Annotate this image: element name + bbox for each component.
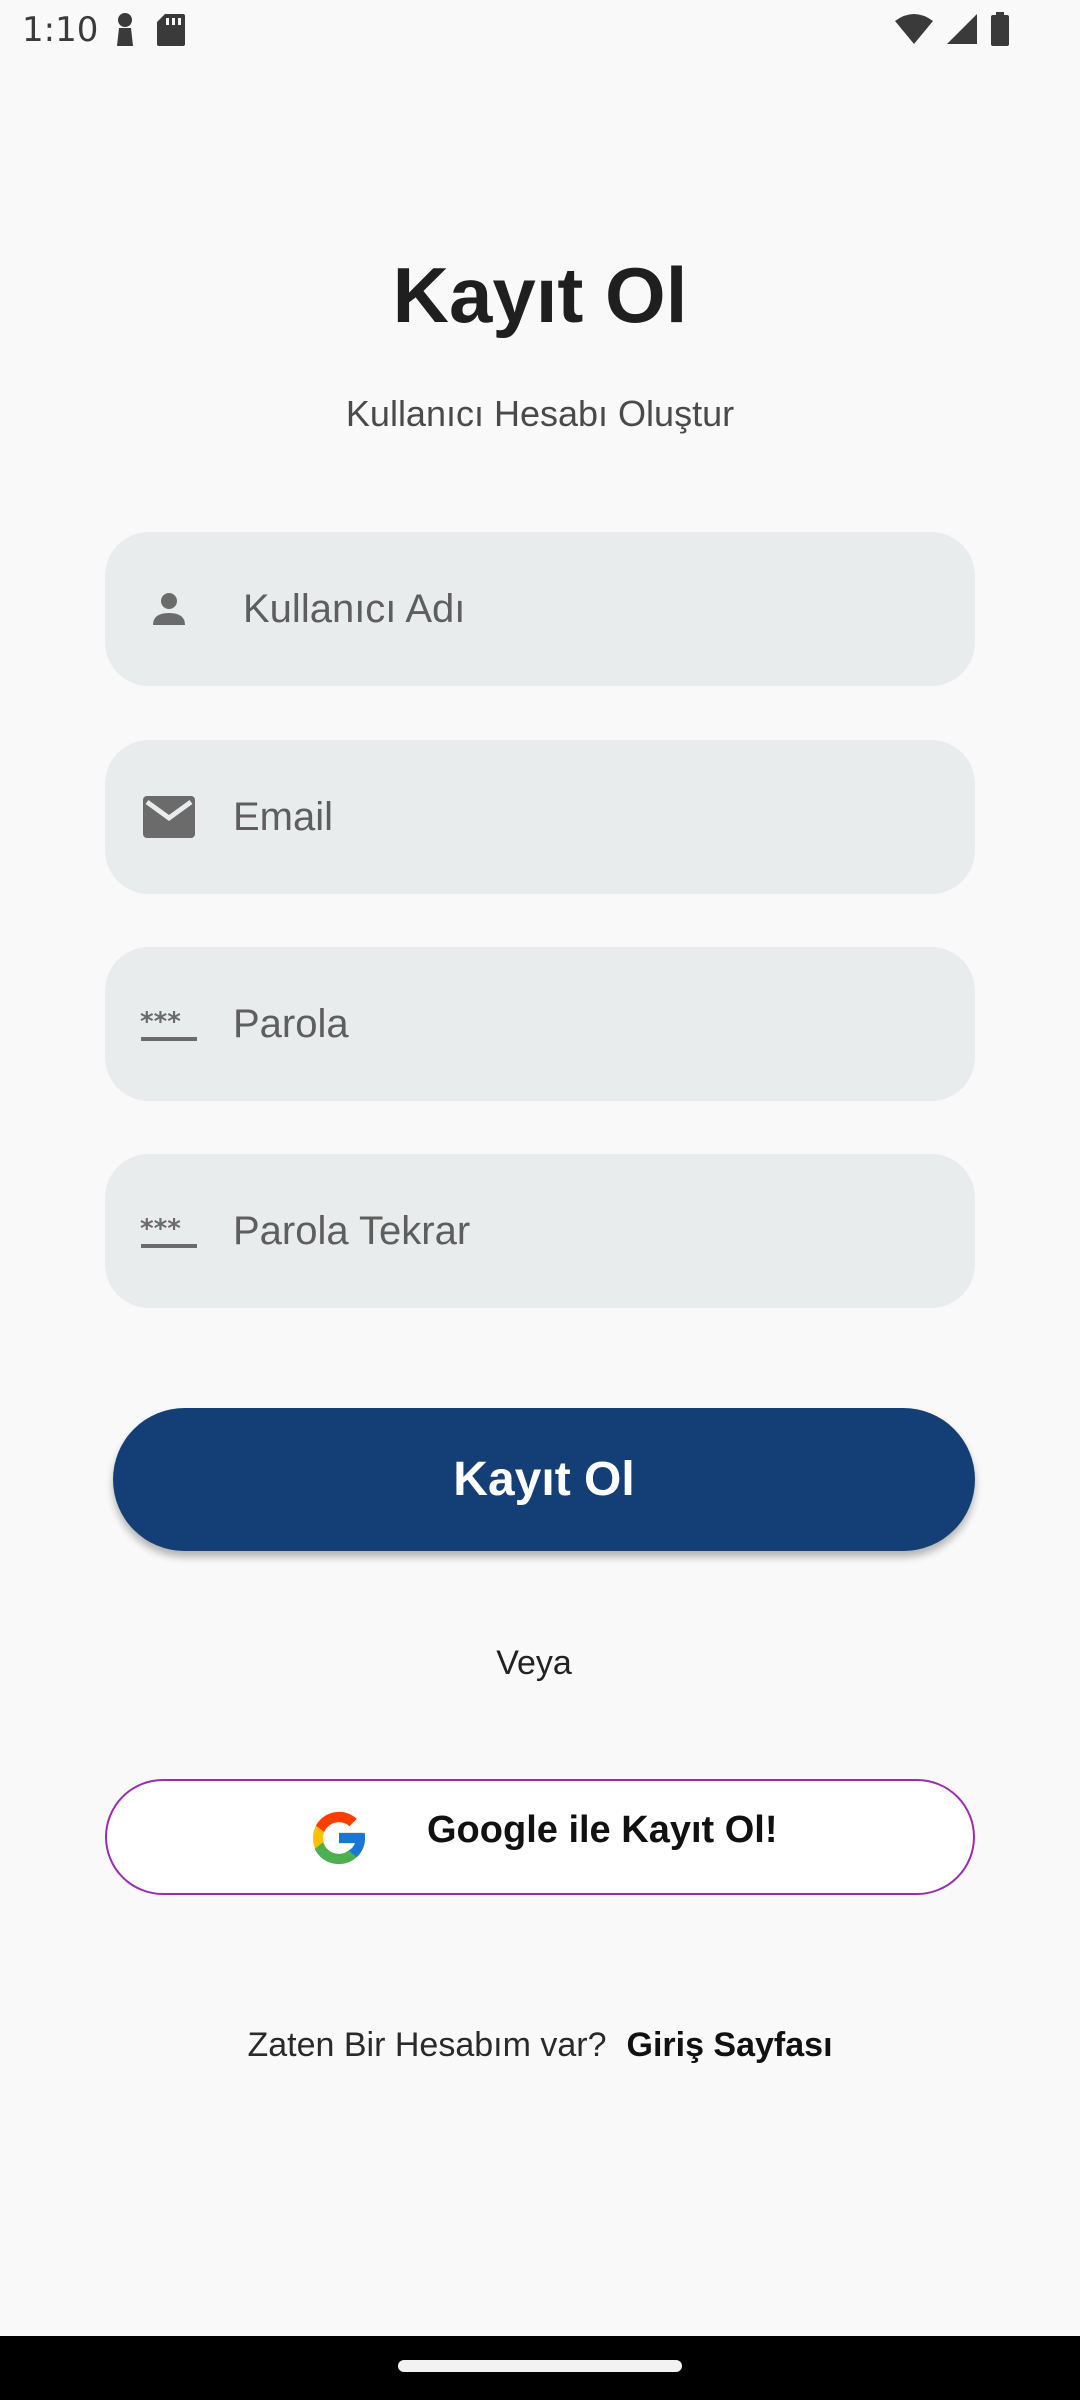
person-icon	[139, 579, 199, 639]
password-icon: ***	[139, 1201, 199, 1261]
google-logo-icon	[312, 1811, 367, 1865]
home-indicator[interactable]	[398, 2360, 682, 2372]
username-field[interactable]	[105, 532, 975, 686]
password-icon: ***	[139, 994, 199, 1054]
username-input[interactable]	[241, 568, 945, 650]
password-repeat-input[interactable]	[231, 1190, 935, 1272]
password-repeat-field[interactable]: ***	[105, 1154, 975, 1308]
svg-text:***: ***	[140, 1007, 181, 1037]
cell-signal-icon	[947, 14, 977, 44]
register-button[interactable]: Kayıt Ol	[113, 1408, 975, 1551]
google-register-button[interactable]: Google ile Kayıt Ol!	[105, 1779, 975, 1895]
google-register-label: Google ile Kayıt Ol!	[427, 1809, 778, 1851]
or-divider-text: Veya	[496, 1644, 572, 1682]
login-prompt: Zaten Bir Hesabım var?	[247, 2026, 607, 2064]
svg-text:***: ***	[140, 1214, 181, 1244]
sd-card-icon	[157, 14, 185, 46]
password-input[interactable]	[231, 983, 935, 1065]
login-row: Zaten Bir Hesabım var? Giriş Sayfası	[0, 2026, 1080, 2065]
page-title: Kayıt Ol	[392, 251, 688, 339]
page-subtitle: Kullanıcı Hesabı Oluştur	[345, 393, 735, 434]
mail-icon	[139, 787, 199, 847]
email-input[interactable]	[231, 776, 935, 858]
pawn-icon	[117, 13, 133, 46]
battery-icon	[991, 12, 1009, 46]
password-field[interactable]: ***	[105, 947, 975, 1101]
status-right-icons	[894, 12, 1010, 46]
email-field[interactable]	[105, 740, 975, 894]
login-link[interactable]: Giriş Sayfası	[627, 2026, 833, 2064]
status-bar: 1:10	[0, 0, 1080, 64]
wifi-icon	[895, 14, 933, 44]
status-left-icons	[112, 12, 186, 48]
status-time: 1:10	[22, 10, 99, 50]
